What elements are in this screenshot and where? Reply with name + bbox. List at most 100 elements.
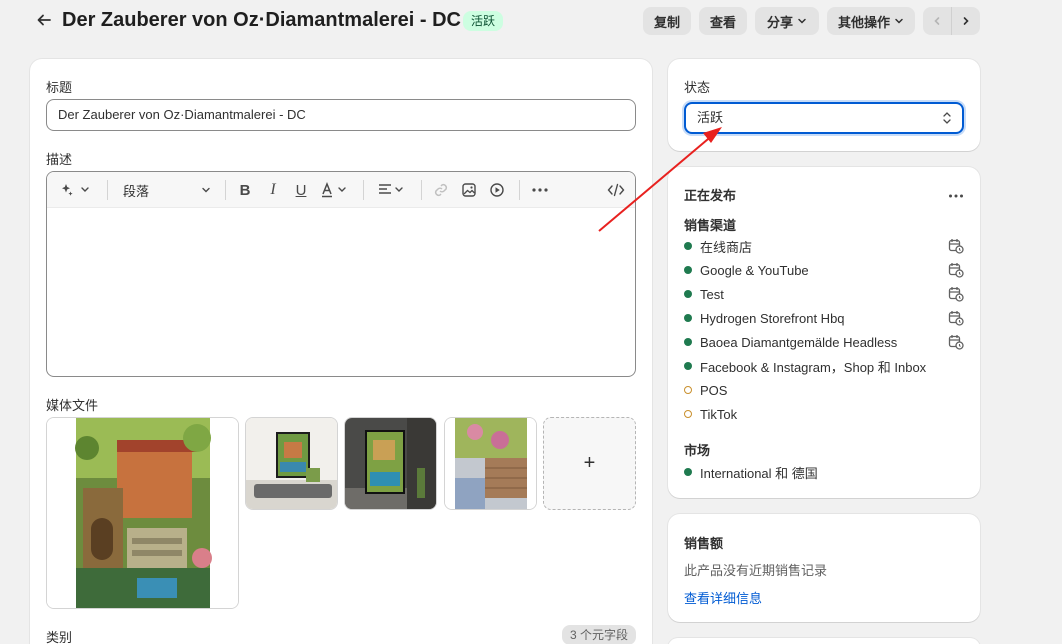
- description-editor[interactable]: 段落 B I U: [46, 171, 636, 377]
- channel-status-dot: [684, 410, 692, 418]
- page-title: Der Zauberer von Oz·Diamantmalerei - DC: [62, 9, 461, 31]
- category-label: 类别: [46, 630, 73, 644]
- channel-name: TikTok: [700, 406, 738, 422]
- product-image-room-scene: [246, 418, 337, 509]
- channel-row: Hydrogen Storefront Hbq: [684, 308, 845, 328]
- link-icon[interactable]: [431, 180, 451, 200]
- channel-name: POS: [700, 382, 728, 398]
- view-details-link[interactable]: 查看详细信息: [684, 588, 762, 607]
- product-details-card: 标题 Der Zauberer von Oz·Diamantmalerei - …: [30, 59, 652, 644]
- channel-status-dot: [684, 386, 692, 394]
- channel-status-dot: [684, 362, 692, 370]
- ai-magic-icon[interactable]: [59, 180, 93, 200]
- bold-icon[interactable]: B: [235, 180, 255, 200]
- status-select[interactable]: 活跃: [684, 102, 964, 134]
- publishing-title: 正在发布: [684, 188, 737, 203]
- title-input[interactable]: Der Zauberer von Oz·Diamantmalerei - DC: [46, 99, 636, 131]
- next-card-partial: [668, 638, 980, 644]
- channel-row: POS: [684, 380, 727, 400]
- insert-video-icon[interactable]: [487, 180, 507, 200]
- view-label: 查看: [709, 14, 736, 30]
- underline-icon[interactable]: U: [291, 180, 311, 200]
- market-status-dot: [684, 468, 692, 476]
- toolbar-divider: [519, 180, 520, 200]
- insert-image-icon[interactable]: [459, 180, 479, 200]
- chevron-down-icon: [798, 18, 806, 24]
- media-image-main[interactable]: [46, 417, 239, 609]
- code-view-icon[interactable]: [605, 180, 627, 200]
- select-updown-icon: [943, 112, 951, 124]
- channel-row: Test: [684, 284, 724, 304]
- sales-card: 销售额 此产品没有近期销售记录 查看详细信息: [668, 514, 980, 622]
- channel-status-dot: [684, 338, 692, 346]
- previous-product-button[interactable]: [923, 7, 951, 35]
- channel-row: TikTok: [684, 404, 737, 424]
- schedule-calendar-icon[interactable]: [948, 238, 964, 254]
- duplicate-label: 复制: [653, 14, 680, 30]
- channel-name: Google & YouTube: [700, 262, 809, 278]
- chevron-left-icon: [934, 17, 940, 25]
- schedule-calendar-icon[interactable]: [948, 334, 964, 350]
- toolbar-divider: [107, 180, 108, 200]
- sales-title: 销售额: [684, 536, 724, 551]
- status-card: 状态 活跃: [668, 59, 980, 151]
- add-media-button[interactable]: +: [543, 417, 636, 510]
- editor-toolbar: 段落 B I U: [47, 172, 635, 208]
- publishing-card: 正在发布 销售渠道 在线商店 Google & YouTube Test Hyd…: [668, 167, 980, 498]
- product-image-illustration: [47, 418, 238, 608]
- market-name: International 和 德国: [700, 465, 818, 481]
- paragraph-style-label: 段落: [123, 183, 150, 199]
- next-product-button[interactable]: [951, 7, 980, 35]
- channel-row: Baoea Diamantgemälde Headless: [684, 332, 897, 352]
- channel-name: Test: [700, 286, 724, 302]
- paragraph-style-select[interactable]: 段落: [123, 180, 211, 200]
- sales-channels-title: 销售渠道: [684, 218, 737, 233]
- more-actions-button[interactable]: 其他操作: [827, 7, 915, 35]
- sales-empty-text: 此产品没有近期销售记录: [684, 563, 828, 578]
- channel-status-dot: [684, 242, 692, 250]
- markets-title: 市场: [684, 443, 711, 458]
- media-label: 媒体文件: [46, 398, 99, 413]
- product-pager: [923, 7, 980, 35]
- toolbar-divider: [421, 180, 422, 200]
- channel-row: Google & YouTube: [684, 260, 809, 280]
- channel-row: Facebook & Instagram，Shop 和 Inbox: [684, 356, 926, 376]
- share-label: 分享: [766, 14, 793, 30]
- schedule-calendar-icon[interactable]: [948, 286, 964, 302]
- chevron-down-icon: [895, 18, 903, 24]
- channel-status-dot: [684, 290, 692, 298]
- title-label: 标题: [46, 80, 73, 95]
- chevron-down-icon: [202, 187, 210, 193]
- italic-icon[interactable]: I: [263, 180, 283, 200]
- page-header: Der Zauberer von Oz·Diamantmalerei - DC …: [0, 0, 1062, 44]
- view-button[interactable]: 查看: [699, 7, 747, 35]
- share-button[interactable]: 分享: [755, 7, 819, 35]
- channel-name: 在线商店: [700, 239, 753, 255]
- media-image-2[interactable]: [245, 417, 338, 510]
- toolbar-divider: [225, 180, 226, 200]
- channel-name: Facebook & Instagram，Shop 和 Inbox: [700, 359, 927, 375]
- status-label: 状态: [684, 80, 711, 95]
- status-badge: 活跃: [463, 11, 504, 31]
- more-options-icon[interactable]: [529, 180, 551, 200]
- chevron-right-icon: [963, 17, 969, 25]
- metafield-count-badge: 3 个元字段: [562, 625, 637, 644]
- toolbar-divider: [363, 180, 364, 200]
- back-arrow-icon[interactable]: [34, 10, 54, 30]
- channel-status-dot: [684, 314, 692, 322]
- product-image-dark-room: [345, 418, 436, 509]
- add-media-plus: +: [583, 452, 596, 474]
- duplicate-button[interactable]: 复制: [643, 7, 691, 35]
- media-image-4[interactable]: [444, 417, 537, 510]
- media-image-3[interactable]: [344, 417, 437, 510]
- more-horizontal-icon[interactable]: [948, 187, 964, 202]
- channel-name: Baoea Diamantgemälde Headless: [700, 334, 898, 350]
- text-color-icon[interactable]: [319, 180, 351, 200]
- market-row: International 和 德国: [684, 462, 818, 482]
- align-left-icon[interactable]: [375, 180, 409, 200]
- description-label: 描述: [46, 152, 73, 167]
- schedule-calendar-icon[interactable]: [948, 262, 964, 278]
- status-select-value: 活跃: [697, 110, 724, 125]
- channel-name: Hydrogen Storefront Hbq: [700, 310, 845, 326]
- schedule-calendar-icon[interactable]: [948, 310, 964, 326]
